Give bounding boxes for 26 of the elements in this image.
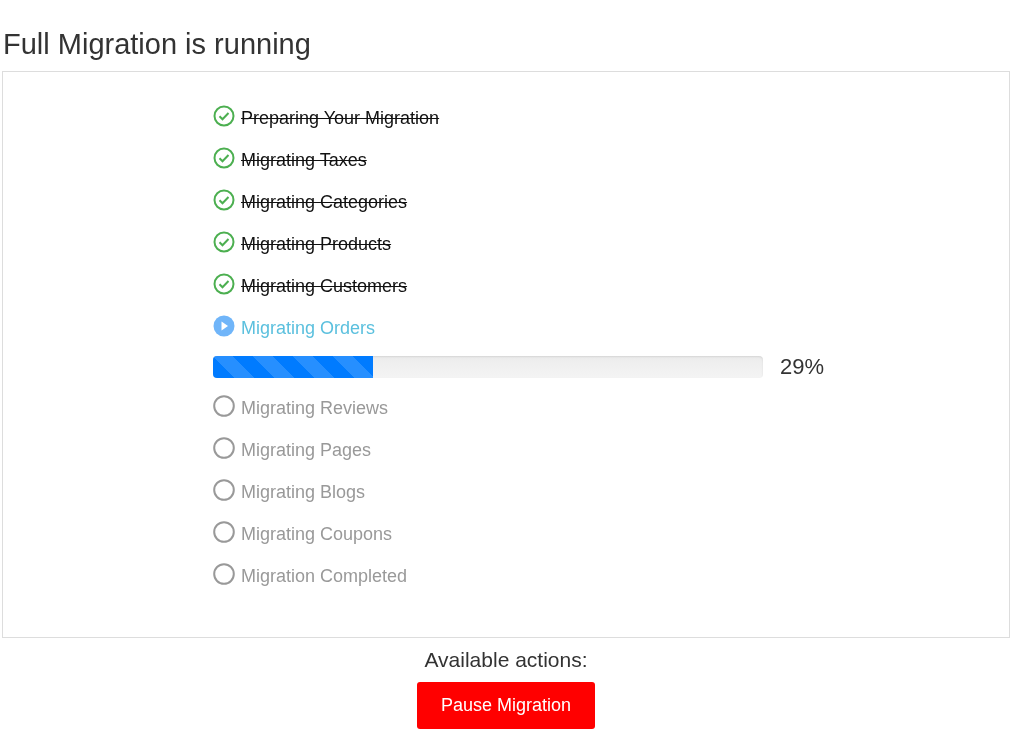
empty-circle-icon bbox=[213, 479, 235, 501]
empty-circle-icon bbox=[213, 437, 235, 459]
step-label: Migrating Products bbox=[241, 233, 392, 255]
step-label: Migrating Orders bbox=[241, 317, 376, 339]
page-title: Full Migration is running bbox=[2, 27, 312, 62]
check-circle-icon bbox=[213, 231, 235, 253]
step-label: Migrating Categories bbox=[241, 191, 408, 213]
step-label: Migrating Taxes bbox=[241, 149, 367, 171]
step-label: Migrating Customers bbox=[241, 275, 408, 297]
progress-percent: 29% bbox=[780, 354, 825, 380]
step-label: Migrating Pages bbox=[241, 439, 372, 461]
step-label: Preparing Your Migration bbox=[241, 107, 440, 129]
step-label: Migration Completed bbox=[241, 565, 408, 587]
empty-circle-icon bbox=[213, 521, 235, 543]
check-circle-icon bbox=[213, 105, 235, 127]
step-label: Migrating Coupons bbox=[241, 523, 393, 545]
check-circle-icon bbox=[213, 189, 235, 211]
pause-button[interactable]: Pause Migration bbox=[417, 682, 595, 729]
step-label: Migrating Reviews bbox=[241, 397, 389, 419]
actions-heading: Available actions: bbox=[424, 648, 588, 672]
play-circle-icon bbox=[213, 315, 235, 337]
empty-circle-icon bbox=[213, 563, 235, 585]
step-label: Migrating Blogs bbox=[241, 481, 366, 503]
empty-circle-icon bbox=[213, 395, 235, 417]
check-circle-icon bbox=[213, 147, 235, 169]
check-circle-icon bbox=[213, 273, 235, 295]
